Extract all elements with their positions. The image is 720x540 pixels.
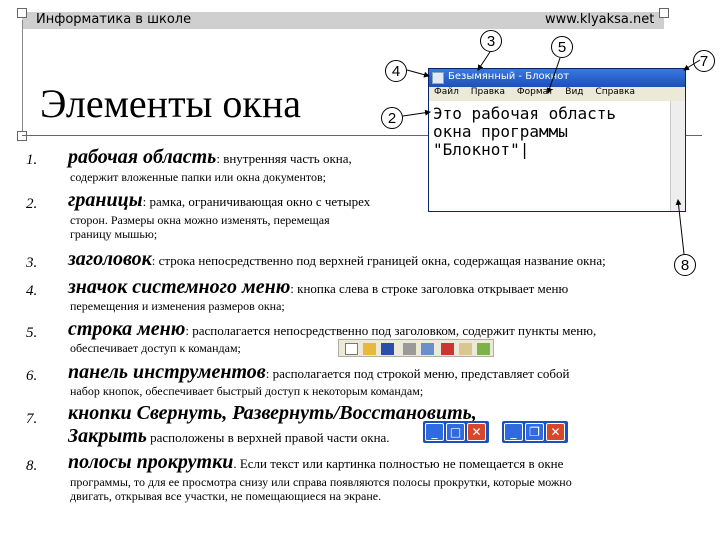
menu-item-file[interactable]: Файл [434,87,459,97]
list-item: границы: рамка, ограничивающая окно с че… [68,189,370,212]
item-term: Закрыть [68,425,147,447]
item-desc: : располагается непосредственно под заго… [185,323,597,338]
item-sub: сторон. Размеры окна можно изменять, пер… [70,213,330,227]
print-icon[interactable] [403,343,416,355]
maximize-button[interactable]: □ [446,423,465,441]
item-sub: перемещения и изменения размеров окна; [70,299,285,313]
system-menu-icon[interactable] [432,72,444,84]
close-button[interactable]: ✕ [467,423,486,441]
toolbar-sample [338,339,494,357]
slide-title: Элементы окна [40,81,302,126]
header-site-link[interactable]: www.klyaksa.net [545,12,654,27]
item-term: значок системного меню [68,276,291,298]
item-sub: обеспечивает доступ к командам; [70,341,241,355]
notepad-work-area-text[interactable]: Это рабочая область окна программы "Блок… [433,105,683,159]
menu-item-help[interactable]: Справка [595,87,635,97]
callout-5: 5 [551,36,573,58]
minimize-button[interactable]: _ [504,423,523,441]
item-sub: границу мышью; [70,227,158,241]
item-number: 8. [26,458,38,474]
spellcheck-icon[interactable] [477,343,490,355]
print-preview-icon[interactable] [421,343,434,355]
item-number: 6. [26,368,38,384]
list-item: панель инструментов: располагается под с… [68,361,569,384]
cut-icon[interactable] [441,343,454,355]
callout-2: 2 [381,107,403,129]
item-desc: : рамка, ограничивающая окно с четырех [142,194,371,209]
window-buttons-group: _ □ ✕ [423,421,489,443]
header-subject: Информатика в школе [36,12,192,27]
copy-icon[interactable] [459,343,472,355]
corner-square-decoration [659,8,669,18]
list-item: кнопки Свернуть, Развернуть/Восстановить… [68,402,477,425]
list-item: рабочая область: внутренняя часть окна, [68,146,352,169]
notepad-title: Безымянный - Блокнот [448,71,570,82]
notepad-title-bar[interactable]: Безымянный - Блокнот [429,69,685,87]
restore-button[interactable]: ❐ [525,423,544,441]
new-document-icon[interactable] [345,343,358,355]
list-item-continuation: Закрыть расположены в верхней правой час… [68,425,390,448]
list-item: строка меню: располагается непосредствен… [68,318,596,341]
item-term: полосы прокрутки [68,451,234,473]
open-folder-icon[interactable] [363,343,376,355]
item-number: 5. [26,325,38,341]
item-sub: программы, то для ее просмотра снизу или… [70,475,572,489]
left-vertical-rule [22,20,23,135]
notepad-menu-bar: Файл Правка Формат Вид Справка [429,87,685,101]
item-desc: : внутренняя часть окна, [216,151,352,166]
item-desc: . Если текст или картинка полностью не п… [233,456,564,471]
close-button[interactable]: ✕ [546,423,565,441]
callout-3: 3 [480,30,502,52]
item-term: рабочая область [68,146,217,168]
item-desc: : располагается под строкой меню, предст… [265,366,570,381]
corner-square-decoration [17,131,27,141]
item-desc: : строка непосредственно под верхней гра… [151,253,606,268]
callout-7: 7 [693,50,715,72]
item-number: 3. [26,255,38,271]
item-number: 1. [26,152,38,168]
item-sub: набор кнопок, обеспечивает быстрый досту… [70,384,424,398]
minimize-button[interactable]: _ [425,423,444,441]
item-term: заголовок [68,248,152,270]
list-item: полосы прокрутки. Если текст или картинк… [68,451,563,474]
menu-item-format[interactable]: Формат [517,87,554,97]
list-item: заголовок: строка непосредственно под ве… [68,248,606,271]
item-term: строка меню [68,318,186,340]
callout-4: 4 [385,60,407,82]
vertical-scrollbar[interactable] [670,101,685,211]
list-item: значок системного меню: кнопка слева в с… [68,276,568,299]
item-number: 7. [26,411,38,427]
item-number: 4. [26,283,38,299]
menu-item-edit[interactable]: Правка [471,87,505,97]
item-sub: двигать, открывая все участки, не помеща… [70,489,382,503]
save-icon[interactable] [381,343,394,355]
item-number: 2. [26,196,38,212]
item-sub: содержит вложенные папки или окна докуме… [70,170,326,184]
item-term: границы [68,189,143,211]
item-desc: расположены в верхней правой части окна. [146,430,390,445]
window-buttons-group: _ ❐ ✕ [502,421,568,443]
corner-square-decoration [17,8,27,18]
callout-8: 8 [674,254,696,276]
item-term: кнопки Свернуть, Развернуть/Восстановить… [68,402,477,424]
menu-item-view[interactable]: Вид [565,87,583,97]
notepad-window[interactable]: Безымянный - Блокнот Файл Правка Формат … [428,68,686,212]
item-desc: : кнопка слева в строке заголовка открыв… [290,281,569,296]
item-term: панель инструментов [68,361,266,383]
